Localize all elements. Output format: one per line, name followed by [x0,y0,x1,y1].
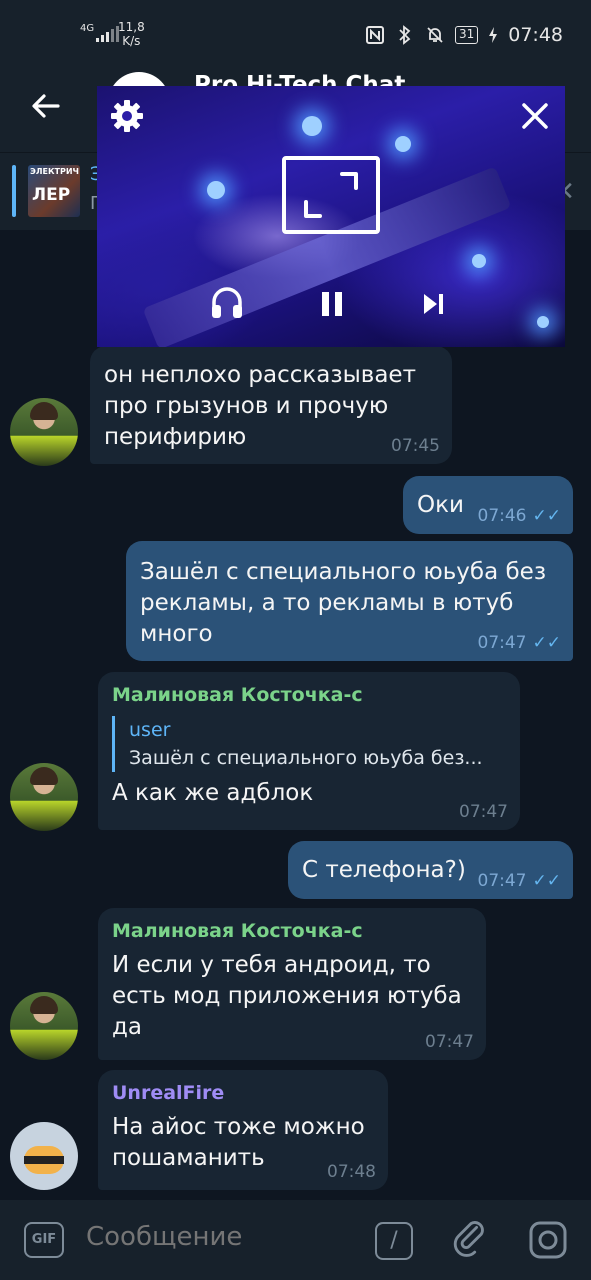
message-time: 07:48 [327,1162,376,1182]
headphones-icon[interactable] [209,284,245,320]
message-time: 07:47 ✓✓ [478,871,562,891]
video-light [472,254,486,268]
sender-name[interactable]: UnrealFire [112,1080,374,1106]
avatar[interactable] [10,992,78,1060]
message-time: 07:47 ✓✓ [478,633,562,653]
message-text: И если у тебя андроид, то есть мод прило… [112,952,462,1040]
message-bubble[interactable]: Малиновая Косточка-с И если у тебя андро… [98,908,486,1060]
close-icon[interactable] [519,100,551,132]
avatar[interactable] [10,763,78,831]
gif-button[interactable]: GIF [24,1222,64,1258]
message-text: А как же адблок [112,780,314,806]
pinned-indicator [12,165,16,217]
time-value: 07:47 [477,633,527,653]
reply-preview[interactable]: user Зашёл с специального юьуба без... [112,716,506,772]
video-message-icon[interactable] [528,1220,568,1260]
video-light [207,181,225,199]
message-bubble[interactable]: UnrealFire На айос тоже можно пошаманить… [98,1070,388,1190]
network-speed: 11,8 K/s [118,20,145,48]
thumb-title: ЛЕР [32,185,71,205]
avatar[interactable] [10,1122,78,1190]
time-value: 07:46 [477,506,527,526]
message-bubble[interactable]: Малиновая Косточка-с user Зашёл с специа… [98,672,520,830]
message-text: он неплохо рассказывает про грызунов и п… [104,362,416,450]
pip-video-player[interactable] [97,86,565,347]
thumb-caption: ЭЛЕКТРИЧ [30,167,79,176]
message-input-bar: GIF / [0,1200,591,1280]
pinned-thumbnail: ЭЛЕКТРИЧ ЛЕР [28,165,80,217]
gear-icon[interactable] [109,98,145,134]
message-time: 07:46 ✓✓ [478,506,562,526]
video-light [302,116,322,136]
back-arrow-icon[interactable] [28,88,64,124]
message-bubble[interactable]: он неплохо рассказывает про грызунов и п… [90,346,452,464]
bluetooth-icon [395,25,415,45]
read-check-icon: ✓✓ [532,871,562,891]
video-light [395,136,411,152]
read-check-icon: ✓✓ [532,506,562,526]
message-time: 07:47 [425,1032,474,1052]
message-time: 07:45 [391,436,440,456]
reply-text: Зашёл с специального юьуба без... [129,747,483,769]
charging-icon [488,25,498,45]
expand-icon[interactable] [282,156,380,234]
mute-bell-icon [425,25,445,45]
speed-value: 11,8 [118,20,145,34]
next-icon[interactable] [421,291,447,317]
pause-icon[interactable] [317,289,347,319]
message-bubble[interactable]: С телефона?) 07:47 ✓✓ [288,841,573,899]
time-value: 07:47 [477,871,527,891]
message-time: 07:47 [459,802,508,822]
avatar[interactable] [10,398,78,466]
speed-unit: K/s [122,34,141,48]
bot-command-button[interactable]: / [375,1222,413,1260]
sender-name[interactable]: Малиновая Косточка-с [112,918,472,944]
nfc-icon [365,25,385,45]
clock: 07:48 [508,24,563,46]
status-bar: 4G 11,8 K/s 31 07:48 [0,0,591,60]
network-type: 4G [80,23,95,34]
read-check-icon: ✓✓ [532,633,562,653]
message-input[interactable] [86,1222,346,1252]
message-bubble[interactable]: Зашёл с специального юьуба без рекламы, … [126,541,573,661]
message-bubble[interactable]: Оки 07:46 ✓✓ [403,476,573,534]
video-light [537,316,549,328]
battery-level: 31 [454,26,479,44]
reply-author: user [129,719,171,741]
attach-icon[interactable] [452,1220,492,1260]
signal-icon [96,22,119,42]
sender-name[interactable]: Малиновая Косточка-с [112,682,506,708]
